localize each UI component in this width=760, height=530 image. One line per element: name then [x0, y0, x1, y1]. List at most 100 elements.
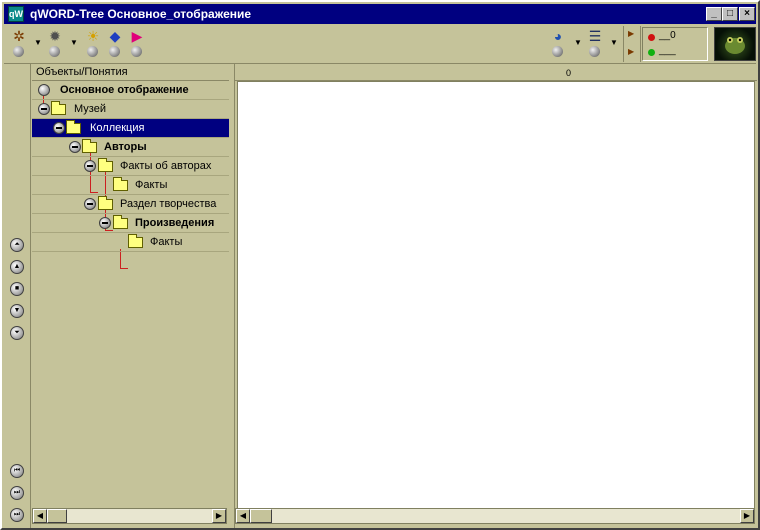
- status-indicators: __0 ___: [642, 27, 708, 61]
- list-bullets-icon: ☰: [588, 28, 602, 44]
- nav-down-icon[interactable]: ▼: [10, 304, 24, 318]
- nav-end-icon[interactable]: ⏭: [10, 508, 24, 522]
- nav-first-icon[interactable]: ⏶: [10, 238, 24, 252]
- frog-logo-icon: [725, 37, 745, 54]
- folder-icon: [128, 234, 143, 248]
- tree-node-collection[interactable]: Коллекция: [32, 119, 229, 138]
- tree-node-authors[interactable]: Авторы: [32, 138, 229, 157]
- folder-icon: [98, 158, 113, 172]
- tree-node-label: Произведения: [135, 217, 215, 229]
- collapse-icon[interactable]: [84, 160, 96, 172]
- network-nodes-icon: ✲: [13, 28, 25, 44]
- objects-pane-title: Объекты/Понятия: [36, 66, 128, 78]
- tree-node-label: Факты: [150, 236, 183, 248]
- app-window: qW qWORD-Tree Основное_отображение _ □ ×…: [0, 0, 760, 530]
- scroll-thumb[interactable]: [47, 509, 67, 523]
- close-button[interactable]: ×: [739, 7, 755, 21]
- objects-pane-header[interactable]: Объекты/Понятия: [32, 64, 229, 81]
- tool-ball-indicator: [131, 46, 142, 57]
- tool-shapes[interactable]: ◆: [104, 27, 126, 61]
- nav-stop-icon[interactable]: ■: [10, 282, 24, 296]
- folder-icon: [66, 120, 81, 134]
- window-title: qWORD-Tree Основное_отображение: [30, 7, 252, 21]
- left-horizontal-scrollbar[interactable]: ◀ ▶: [32, 508, 227, 524]
- play-controls: ▶ ▶: [623, 26, 641, 62]
- objects-pane: Объекты/Понятия Основное отображение Муз…: [32, 64, 229, 528]
- scroll-thumb[interactable]: [250, 509, 272, 523]
- tree-connector: [120, 268, 128, 269]
- nav-forward-icon[interactable]: ⏭: [10, 486, 24, 500]
- chevron-down-icon[interactable]: ▼: [34, 39, 42, 47]
- tool-ball-indicator: [13, 46, 24, 57]
- tool-network[interactable]: ✲: [8, 27, 30, 61]
- scroll-left-icon[interactable]: ◀: [236, 509, 250, 523]
- settings-gear-icon: ✹: [49, 28, 61, 44]
- chevron-down-icon[interactable]: ▼: [574, 39, 582, 47]
- tree-node-label: Основное отображение: [60, 84, 189, 96]
- app-logo: [714, 27, 756, 61]
- collapse-icon[interactable]: [69, 141, 81, 153]
- sun-burst-icon: ☀: [86, 28, 100, 44]
- tree-node-label: Музей: [74, 103, 106, 115]
- title-bar[interactable]: qW qWORD-Tree Основное_отображение _ □ ×: [4, 4, 756, 24]
- folder-icon: [113, 177, 128, 191]
- color-shapes-icon: ◆: [109, 28, 121, 44]
- toolbar: ✲ ▼ ✹ ▼ ☀ ◆ ▶ ◕ ▼ ☰ ▼ ▶ ▶ __0 ___: [4, 25, 756, 64]
- tool-list[interactable]: ☰: [584, 27, 606, 61]
- nav-rewind-icon[interactable]: ⏮: [10, 464, 24, 478]
- tool-ball-indicator: [87, 46, 98, 57]
- tool-pie-chart[interactable]: ◕: [547, 27, 569, 61]
- folder-icon: [82, 139, 97, 153]
- object-tree: Основное отображение Музей Коллекция Авт…: [32, 81, 229, 505]
- display-canvas[interactable]: [237, 81, 755, 509]
- red-status-value: __0: [659, 30, 676, 41]
- nav-up-icon[interactable]: ▲: [10, 260, 24, 274]
- play-bottom-icon[interactable]: ▶: [628, 47, 634, 56]
- flag-arrow-icon: ▶: [131, 28, 143, 44]
- tree-node-facts[interactable]: Факты: [32, 176, 229, 195]
- scroll-right-icon[interactable]: ▶: [740, 509, 754, 523]
- tree-node-label: Факты об авторах: [120, 160, 212, 172]
- maximize-button[interactable]: □: [722, 7, 738, 21]
- folder-icon: [98, 196, 113, 210]
- red-led-icon: [648, 34, 655, 41]
- collapse-icon[interactable]: [38, 103, 50, 115]
- tree-node-label: Авторы: [104, 141, 147, 153]
- right-horizontal-scrollbar[interactable]: ◀ ▶: [235, 508, 755, 524]
- navigation-column: ⏶ ▲ ■ ▼ ⏷ ⏮ ⏭ ⏭: [4, 64, 31, 528]
- tree-node-museum[interactable]: Музей: [32, 100, 229, 119]
- play-top-icon[interactable]: ▶: [628, 29, 634, 38]
- tool-ball-indicator: [589, 46, 600, 57]
- scroll-left-icon[interactable]: ◀: [33, 509, 47, 523]
- tool-sun[interactable]: ☀: [82, 27, 104, 61]
- app-icon[interactable]: qW: [8, 6, 24, 22]
- tree-node-works-facts[interactable]: Факты: [32, 233, 229, 252]
- chevron-down-icon[interactable]: ▼: [70, 39, 78, 47]
- tool-flag[interactable]: ▶: [126, 27, 148, 61]
- pie-chart-icon: ◕: [553, 28, 563, 44]
- display-ruler: 0: [235, 64, 757, 81]
- tree-node-author-facts[interactable]: Факты об авторах: [32, 157, 229, 176]
- tree-node-main-view[interactable]: Основное отображение: [32, 81, 229, 100]
- ruler-zero-label: 0: [566, 68, 572, 78]
- tool-ball-indicator: [552, 46, 563, 57]
- collapse-icon[interactable]: [53, 122, 65, 134]
- nav-last-icon[interactable]: ⏷: [10, 326, 24, 340]
- minimize-button[interactable]: _: [706, 7, 722, 21]
- tool-settings[interactable]: ✹: [44, 27, 66, 61]
- tree-node-label: Факты: [135, 179, 168, 191]
- tree-node-label: Раздел творчества: [120, 198, 217, 210]
- tree-node-works[interactable]: Произведения: [32, 214, 229, 233]
- folder-icon: [51, 101, 66, 115]
- green-status-value: ___: [659, 45, 676, 56]
- scroll-right-icon[interactable]: ▶: [212, 509, 226, 523]
- tree-node-label: Коллекция: [90, 122, 145, 134]
- tree-node-creative-section[interactable]: Раздел творчества: [32, 195, 229, 214]
- folder-icon: [113, 215, 128, 229]
- collapse-icon[interactable]: [84, 198, 96, 210]
- node-bullet-icon: [38, 84, 50, 96]
- tool-ball-indicator: [109, 46, 120, 57]
- collapse-icon[interactable]: [99, 217, 111, 229]
- chevron-down-icon[interactable]: ▼: [610, 39, 618, 47]
- tool-ball-indicator: [49, 46, 60, 57]
